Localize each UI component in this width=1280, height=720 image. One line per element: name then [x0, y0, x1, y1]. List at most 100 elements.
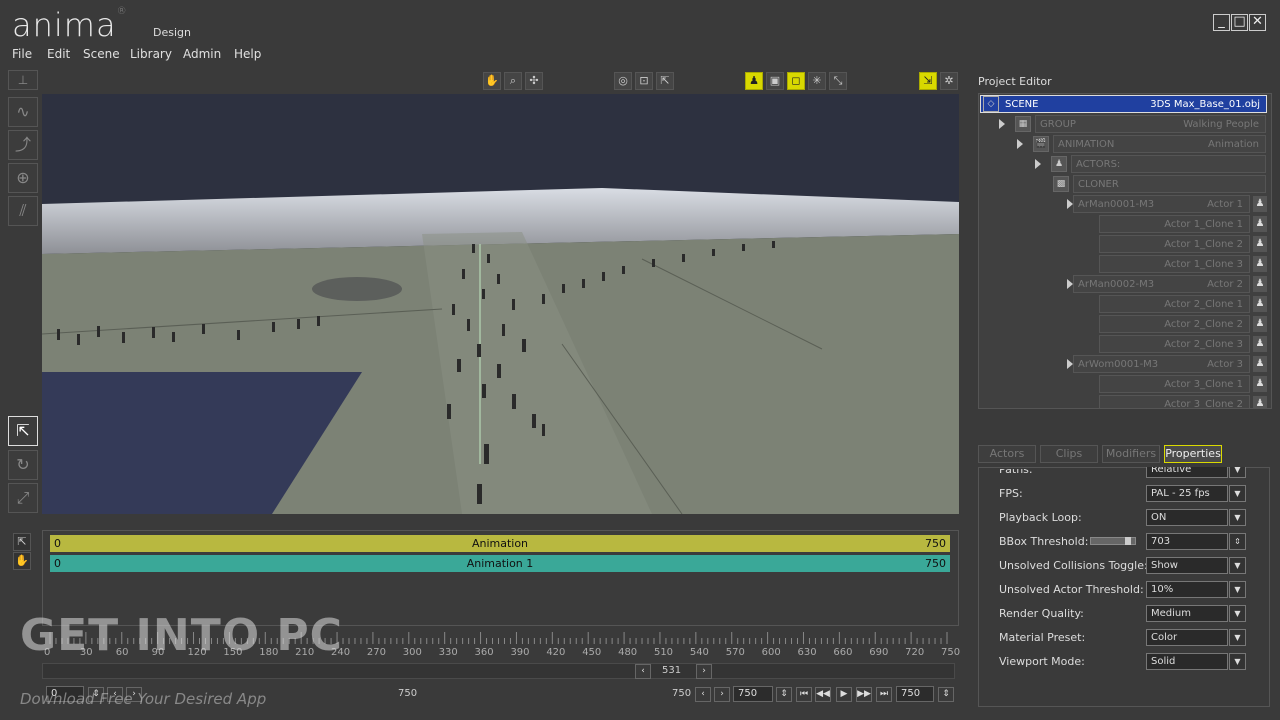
tree-row-scene[interactable]: ◇ SCENE 3DS Max_Base_01.obj — [980, 95, 1267, 113]
actor-toggle-icon[interactable]: ♟ — [1253, 296, 1267, 312]
tree-row[interactable]: Actor 3_Clone 1 — [1099, 375, 1250, 393]
settings-icon[interactable]: ✲ — [940, 72, 958, 90]
actor-toggle-icon[interactable]: ♟ — [1253, 316, 1267, 332]
scrub-bar[interactable] — [42, 663, 955, 679]
step-forward-button[interactable]: ▶▶ — [856, 687, 872, 702]
end-stepper[interactable]: ⇕ — [776, 687, 792, 702]
rotate-tool[interactable]: ↻ — [8, 450, 38, 480]
dropdown-arrow-icon[interactable]: ▼ — [1229, 467, 1246, 478]
box-view-icon[interactable]: ▣ — [766, 72, 784, 90]
zoom-extents-icon[interactable]: ⊡ — [635, 72, 653, 90]
tree-row[interactable]: Actor 1_Clone 1 — [1099, 215, 1250, 233]
move-path-tool[interactable]: ⤢ — [8, 483, 38, 513]
property-value[interactable]: Relative — [1146, 467, 1228, 478]
ground-tool[interactable]: ⊥ — [8, 70, 38, 90]
maximize-button[interactable]: □ — [1231, 14, 1248, 31]
property-value[interactable]: ON — [1146, 509, 1228, 526]
tree-row[interactable]: Actor 1_Clone 2 — [1099, 235, 1250, 253]
tab-actors[interactable]: Actors — [978, 445, 1036, 463]
slider-handle[interactable] — [1125, 537, 1131, 545]
tab-properties[interactable]: Properties — [1164, 445, 1222, 463]
bbox-threshold-slider[interactable] — [1090, 537, 1136, 545]
menu-scene[interactable]: Scene — [83, 47, 120, 61]
total-frames-field[interactable]: 750 — [896, 686, 934, 702]
property-value[interactable]: Color — [1146, 629, 1228, 646]
prev-frame-button[interactable]: ‹ — [635, 664, 651, 679]
target-icon[interactable]: ◎ — [614, 72, 632, 90]
actor-toggle-icon[interactable]: ♟ — [1253, 396, 1267, 408]
property-value[interactable]: 10% — [1146, 581, 1228, 598]
actor-toggle-icon[interactable]: ♟ — [1253, 216, 1267, 232]
comment-icon[interactable]: ◻ — [787, 72, 805, 90]
path-curve-tool[interactable]: ∿ — [8, 97, 38, 127]
actor-toggle-icon[interactable]: ♟ — [1253, 336, 1267, 352]
property-value[interactable]: Medium — [1146, 605, 1228, 622]
tab-modifiers[interactable]: Modifiers — [1102, 445, 1160, 463]
stepper-icon[interactable]: ⇕ — [1229, 533, 1246, 550]
zoom-icon[interactable]: ⌕ — [504, 72, 522, 90]
expand-icon[interactable]: ⤡ — [829, 72, 847, 90]
timeline-select-icon[interactable]: ⇱ — [13, 533, 31, 551]
snap-icon[interactable]: ⇲ — [919, 72, 937, 90]
actor-toggle-icon[interactable]: ♟ — [1253, 376, 1267, 392]
tree-row[interactable]: ANIMATION Animation — [1053, 135, 1266, 153]
tree-row[interactable]: GROUP Walking People — [1035, 115, 1266, 133]
menu-help[interactable]: Help — [234, 47, 261, 61]
pan-icon[interactable]: ✋ — [483, 72, 501, 90]
stairs-tool[interactable]: ⫽ — [8, 196, 38, 226]
tree-row[interactable]: Actor 1_Clone 3 — [1099, 255, 1250, 273]
goto-end-button[interactable]: ⏭ — [876, 687, 892, 702]
orbit-icon[interactable]: ✣ — [525, 72, 543, 90]
select-tool[interactable]: ⇱ — [8, 416, 38, 446]
expand-arrow-icon[interactable] — [1017, 139, 1023, 149]
timeline-pan-icon[interactable]: ✋ — [13, 552, 31, 570]
property-value[interactable]: PAL - 25 fps — [1146, 485, 1228, 502]
dropdown-arrow-icon[interactable]: ▼ — [1229, 509, 1246, 526]
expand-arrow-icon[interactable] — [1035, 159, 1041, 169]
actor-toggle-icon[interactable]: ♟ — [1253, 236, 1267, 252]
area-tool[interactable]: ⊕ — [8, 163, 38, 193]
goto-start-button[interactable]: ⏮ — [796, 687, 812, 702]
tree-row[interactable]: Actor 2_Clone 2 — [1099, 315, 1250, 333]
end-frame-field[interactable]: 750 — [733, 686, 773, 702]
dropdown-arrow-icon[interactable]: ▼ — [1229, 605, 1246, 622]
property-value[interactable]: Show — [1146, 557, 1228, 574]
tab-clips[interactable]: Clips — [1040, 445, 1098, 463]
timeline-track-animation[interactable]: 0 Animation 750 — [50, 535, 950, 552]
tree-row[interactable]: Actor 3_Clone 2 — [1099, 395, 1250, 408]
dropdown-arrow-icon[interactable]: ▼ — [1229, 485, 1246, 502]
actor-toggle-icon[interactable]: ♟ — [1253, 356, 1267, 372]
timeline-track-animation-1[interactable]: 0 Animation 1 750 — [50, 555, 950, 572]
next-frame-button[interactable]: › — [696, 664, 712, 679]
actor-view-icon[interactable]: ♟ — [745, 72, 763, 90]
menu-file[interactable]: File — [12, 47, 32, 61]
tree-row[interactable]: ArMan0001-M3 Actor 1 — [1073, 195, 1250, 213]
range-end-prev[interactable]: ‹ — [695, 687, 711, 702]
actor-toggle-icon[interactable]: ♟ — [1253, 196, 1267, 212]
3d-viewport[interactable] — [42, 94, 959, 514]
actor-toggle-icon[interactable]: ♟ — [1253, 276, 1267, 292]
dropdown-arrow-icon[interactable]: ▼ — [1229, 557, 1246, 574]
path-point-tool[interactable]: ⤴ — [8, 130, 38, 160]
tree-row[interactable]: Actor 2_Clone 1 — [1099, 295, 1250, 313]
play-button[interactable]: ▶ — [836, 687, 852, 702]
dropdown-arrow-icon[interactable]: ▼ — [1229, 581, 1246, 598]
menu-edit[interactable]: Edit — [47, 47, 70, 61]
dropdown-arrow-icon[interactable]: ▼ — [1229, 653, 1246, 670]
minimize-button[interactable]: _ — [1213, 14, 1230, 31]
expand-arrow-icon[interactable] — [999, 119, 1005, 129]
dropdown-arrow-icon[interactable]: ▼ — [1229, 629, 1246, 646]
property-value[interactable]: Solid — [1146, 653, 1228, 670]
tree-row[interactable]: ACTORS: — [1071, 155, 1266, 173]
property-value[interactable]: 703 — [1146, 533, 1228, 550]
step-back-button[interactable]: ◀◀ — [815, 687, 831, 702]
tree-row[interactable]: ArMan0002-M3 Actor 2 — [1073, 275, 1250, 293]
range-end-next[interactable]: › — [714, 687, 730, 702]
tree-row[interactable]: ArWom0001-M3 Actor 3 — [1073, 355, 1250, 373]
tree-row[interactable]: CLONER — [1073, 175, 1266, 193]
tree-row[interactable]: Actor 2_Clone 3 — [1099, 335, 1250, 353]
light-icon[interactable]: ✳ — [808, 72, 826, 90]
menu-admin[interactable]: Admin — [183, 47, 221, 61]
close-button[interactable]: ✕ — [1249, 14, 1266, 31]
menu-library[interactable]: Library — [130, 47, 172, 61]
